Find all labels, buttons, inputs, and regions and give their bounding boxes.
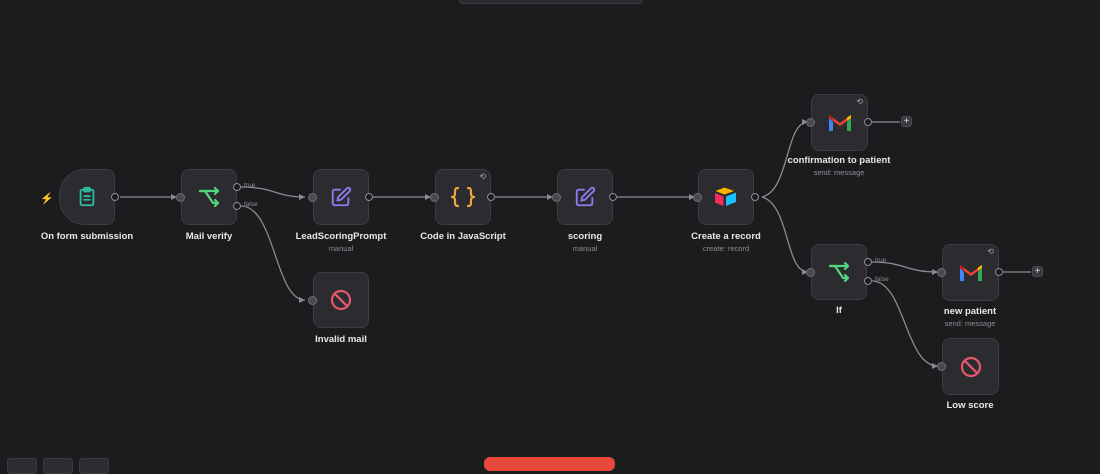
output-port[interactable]: [995, 268, 1003, 276]
zoom-out-button[interactable]: [79, 458, 109, 474]
stop-icon: [328, 287, 354, 313]
node-label: Create a record: [691, 231, 761, 242]
branch-false-label: false: [875, 276, 889, 283]
input-port[interactable]: [176, 193, 185, 202]
input-port[interactable]: [308, 296, 317, 305]
node-label: Invalid mail: [315, 334, 367, 345]
node-low-score[interactable]: [942, 338, 999, 395]
output-port[interactable]: [609, 193, 617, 201]
node-subtitle: manual: [572, 244, 598, 253]
node-on-form-submission[interactable]: [59, 169, 115, 225]
trigger-bolt-icon: ⚡: [40, 193, 54, 205]
false-output-port[interactable]: [233, 202, 241, 210]
sync-icon: ⟲: [987, 247, 994, 256]
node-label: Mail verify: [185, 231, 233, 242]
true-output-port[interactable]: [233, 183, 241, 191]
input-port[interactable]: [806, 268, 815, 277]
input-port[interactable]: [937, 362, 946, 371]
node-label: confirmation to patient: [787, 155, 891, 166]
sync-icon: ⟲: [856, 97, 863, 106]
execute-workflow-button[interactable]: [484, 457, 615, 471]
airtable-icon: [713, 184, 739, 210]
branch-false-label: false: [244, 201, 258, 208]
false-output-port[interactable]: [864, 277, 872, 285]
node-subtitle: send: message: [944, 319, 996, 328]
input-port[interactable]: [308, 193, 317, 202]
input-port[interactable]: [430, 193, 439, 202]
output-port[interactable]: [111, 193, 119, 201]
edit-icon: [328, 184, 354, 210]
input-port[interactable]: [552, 193, 561, 202]
output-port[interactable]: [751, 193, 759, 201]
node-invalid-mail[interactable]: [313, 272, 369, 328]
stop-icon: [958, 354, 984, 380]
code-braces-icon: [450, 184, 476, 210]
branch-icon: [196, 184, 222, 210]
zoom-to-fit-button[interactable]: [7, 458, 37, 474]
node-label: new patient: [943, 306, 997, 317]
input-port[interactable]: [693, 193, 702, 202]
node-confirmation-to-patient[interactable]: ⟲: [811, 94, 868, 151]
true-output-port[interactable]: [864, 258, 872, 266]
input-port[interactable]: [806, 118, 815, 127]
zoom-in-button[interactable]: [43, 458, 73, 474]
output-port[interactable]: [365, 193, 373, 201]
branch-icon: [826, 259, 852, 285]
sync-icon: ⟲: [479, 172, 486, 181]
node-lead-scoring-prompt[interactable]: [313, 169, 369, 225]
node-label: Low score: [946, 400, 994, 411]
node-label: LeadScoringPrompt: [295, 231, 387, 242]
node-mail-verify[interactable]: [181, 169, 237, 225]
branch-true-label: true: [875, 257, 887, 264]
node-if[interactable]: [811, 244, 867, 300]
node-label: scoring: [567, 231, 603, 242]
clipboard-icon: [74, 184, 100, 210]
node-label: On form submission: [40, 231, 134, 242]
wire-mailverify-false-to-invalid: [240, 205, 306, 301]
gmail-icon: [827, 110, 853, 136]
node-subtitle: manual: [328, 244, 354, 253]
node-label: If: [836, 305, 842, 316]
edit-icon: [572, 184, 598, 210]
input-port[interactable]: [937, 268, 946, 277]
add-node-button[interactable]: +: [1032, 266, 1043, 277]
add-node-button[interactable]: +: [901, 116, 912, 127]
output-port[interactable]: [487, 193, 495, 201]
node-create-a-record[interactable]: [698, 169, 754, 225]
node-code-in-javascript[interactable]: ⟲: [435, 169, 491, 225]
gmail-icon: [958, 260, 984, 286]
output-port[interactable]: [864, 118, 872, 126]
node-subtitle: send: message: [813, 168, 865, 177]
branch-true-label: true: [244, 182, 256, 189]
node-scoring[interactable]: [557, 169, 613, 225]
node-label: Code in JavaScript: [420, 231, 506, 242]
node-new-patient[interactable]: ⟲: [942, 244, 999, 301]
node-subtitle: create: record: [702, 244, 750, 253]
